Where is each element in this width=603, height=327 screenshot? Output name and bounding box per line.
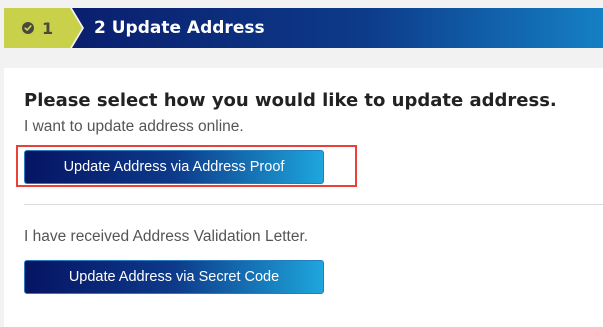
- update-address-card: Please select how you would like to upda…: [4, 68, 603, 327]
- update-via-secret-code-button[interactable]: Update Address via Secret Code: [24, 260, 324, 294]
- section-heading: Please select how you would like to upda…: [24, 90, 557, 111]
- step-completed[interactable]: 1: [4, 8, 82, 48]
- step-completed-number: 1: [42, 18, 54, 38]
- check-circle-icon: [22, 22, 34, 34]
- divider: [24, 204, 603, 205]
- validation-letter-text: I have received Address Validation Lette…: [24, 228, 309, 245]
- update-via-address-proof-button[interactable]: Update Address via Address Proof: [24, 150, 324, 184]
- step-current: 2 Update Address: [72, 8, 603, 48]
- online-update-text: I want to update address online.: [24, 118, 244, 135]
- step-progress-header: 1 2 Update Address: [4, 8, 603, 48]
- step-current-label: 2 Update Address: [94, 18, 265, 38]
